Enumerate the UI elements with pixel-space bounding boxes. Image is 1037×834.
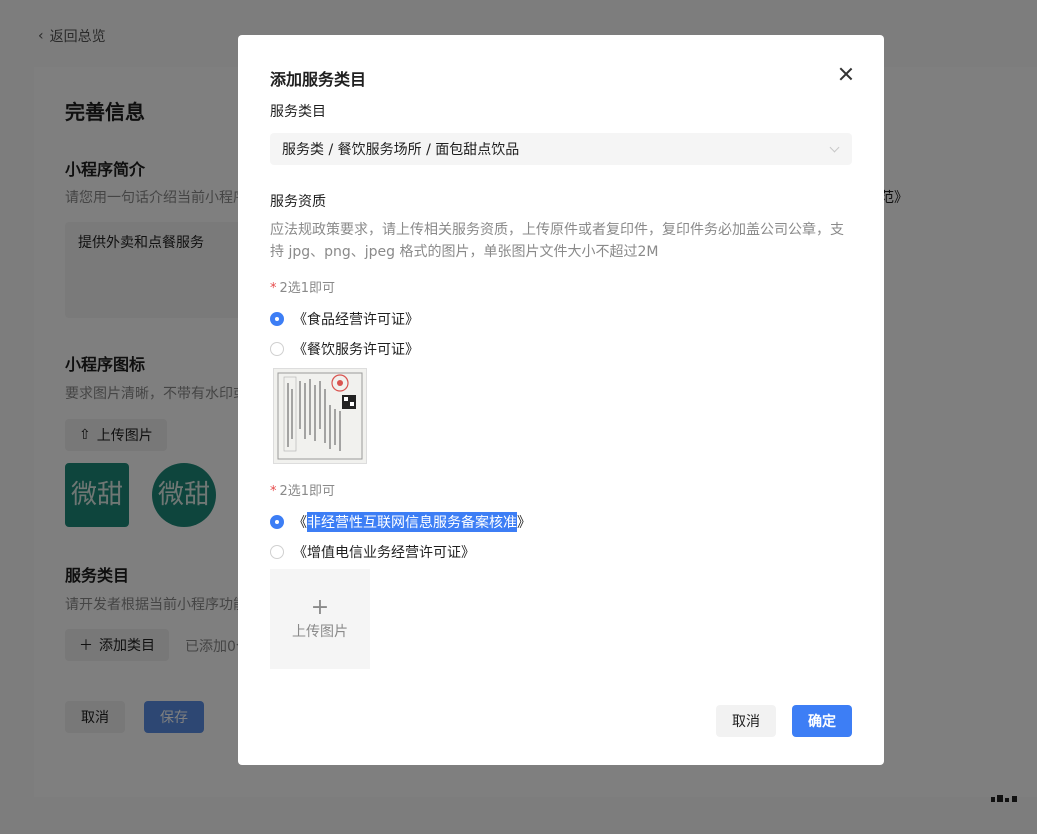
group2-required-label: 2选1即可 <box>279 484 336 499</box>
group1-required-label: 2选1即可 <box>279 281 336 296</box>
radio-food-license-label: 《食品经营许可证》 <box>293 312 419 328</box>
uploaded-license-thumbnail[interactable] <box>273 368 367 464</box>
category-select-value: 服务类 / 餐饮服务场所 / 面包甜点饮品 <box>282 142 520 158</box>
upload-image-label: 上传图片 <box>292 624 348 640</box>
required-star: * <box>270 484 277 499</box>
group1-required-text: * 2选1即可 <box>270 277 335 296</box>
qualification-hint: 应法规政策要求，请上传相关服务资质，上传原件或者复印件，复印件务必加盖公司公章，… <box>270 222 844 260</box>
radio-internet-filing[interactable]: 《非经营性互联网信息服务备案核准》 <box>270 512 531 532</box>
group2-required-text: * 2选1即可 <box>270 480 335 499</box>
chevron-down-icon <box>829 142 840 153</box>
radio-telecom-license-label: 《增值电信业务经营许可证》 <box>293 545 475 561</box>
radio-checked-icon[interactable] <box>270 312 284 326</box>
radio-unchecked-icon[interactable] <box>270 545 284 559</box>
add-category-dialog: 添加服务类目 服务类目 服务类 / 餐饮服务场所 / 面包甜点饮品 服务资质 应… <box>238 35 884 765</box>
close-icon[interactable] <box>836 64 856 84</box>
category-field-label: 服务类目 <box>270 104 326 120</box>
radio-catering-license-label: 《餐饮服务许可证》 <box>293 342 419 358</box>
dialog-cancel-button[interactable]: 取消 <box>716 705 776 737</box>
category-select[interactable]: 服务类 / 餐饮服务场所 / 面包甜点饮品 <box>270 133 852 165</box>
dialog-title: 添加服务类目 <box>270 70 367 89</box>
radio-internet-filing-label-selected: 非经营性互联网信息服务备案核准 <box>307 512 517 532</box>
radio-checked-icon[interactable] <box>270 515 284 529</box>
required-star: * <box>270 281 277 296</box>
dialog-confirm-button[interactable]: 确定 <box>792 705 852 737</box>
plus-icon: + <box>310 595 330 620</box>
radio-unchecked-icon[interactable] <box>270 342 284 356</box>
radio-internet-filing-close: 》 <box>517 515 531 531</box>
radio-telecom-license[interactable]: 《增值电信业务经营许可证》 <box>270 542 475 562</box>
upload-image-box[interactable]: + 上传图片 <box>270 569 370 669</box>
qualification-label: 服务资质 <box>270 194 326 210</box>
radio-food-license[interactable]: 《食品经营许可证》 <box>270 309 419 329</box>
radio-internet-filing-open: 《 <box>293 515 307 531</box>
radio-catering-license[interactable]: 《餐饮服务许可证》 <box>270 339 419 359</box>
